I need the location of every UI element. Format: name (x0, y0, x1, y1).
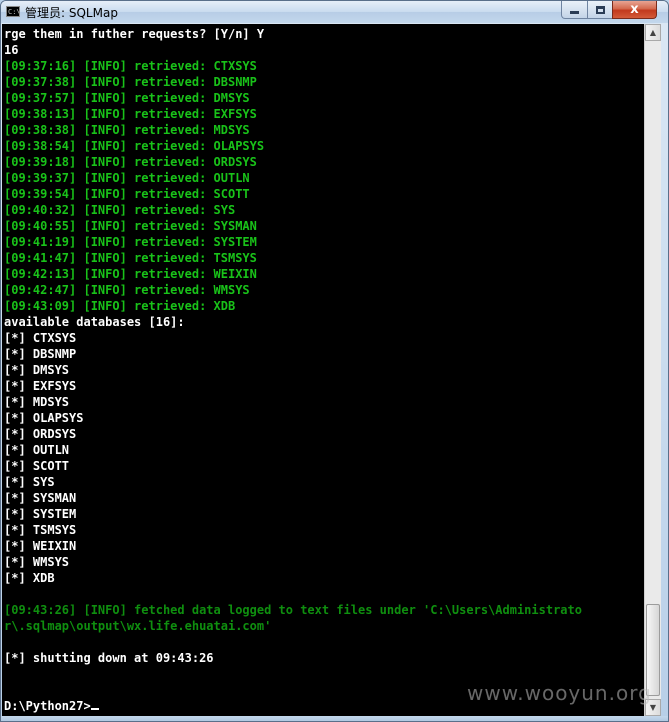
console-line: [09:41:47] [INFO] retrieved: TSMSYS (4, 250, 582, 266)
console-line: [*] CTXSYS (4, 330, 582, 346)
minimize-button[interactable] (561, 1, 588, 19)
window-frame-bottom (1, 716, 668, 721)
console-line-text: [*] XDB (4, 571, 55, 585)
console-line: [*] OUTLN (4, 442, 582, 458)
console-line-text: [*] DMSYS (4, 363, 70, 377)
console-line-text: [09:42:47] [INFO] retrieved: WMSYS (4, 283, 250, 297)
maximize-button[interactable] (587, 1, 613, 19)
console-line: [09:42:13] [INFO] retrieved: WEIXIN (4, 266, 582, 282)
console-line-text: [09:38:38] [INFO] retrieved: MDSYS (4, 123, 250, 137)
console-line: [09:39:37] [INFO] retrieved: OUTLN (4, 170, 582, 186)
console-line-text: [*] OLAPSYS (4, 411, 84, 425)
scroll-up-button[interactable]: ▲ (645, 24, 661, 41)
window-title: 管理员: SQLMap (25, 6, 118, 20)
console-line-text: [09:37:57] [INFO] retrieved: DMSYS (4, 91, 250, 105)
console-line-text: 16 (4, 43, 19, 57)
console-line: [*] SCOTT (4, 458, 582, 474)
console-line: r\.sqlmap\output\wx.life.ehuatai.com' (4, 618, 582, 634)
console-line: [*] WMSYS (4, 554, 582, 570)
text-cursor (90, 708, 99, 710)
close-button[interactable]: x (612, 1, 657, 19)
console-line-text: [09:39:54] [INFO] retrieved: SCOTT (4, 187, 250, 201)
console-line-text: [09:40:32] [INFO] retrieved: SYS (4, 203, 236, 217)
console-output[interactable]: rge them in futher requests? [Y/n] Y 16 [0… (2, 24, 644, 716)
console-line: [09:39:54] [INFO] retrieved: SCOTT (4, 186, 582, 202)
console-line-text: [*] shutting down at 09:43:26 (4, 651, 214, 665)
minimize-icon (570, 11, 579, 14)
console-line: 16 (4, 42, 582, 58)
console-line-text: [09:38:13] [INFO] retrieved: EXFSYS (4, 107, 257, 121)
console-line-text: [*] MDSYS (4, 395, 70, 409)
console-line-text: [09:39:18] [INFO] retrieved: ORDSYS (4, 155, 257, 169)
console-line: [09:37:16] [INFO] retrieved: CTXSYS (4, 58, 582, 74)
close-icon: x (630, 1, 639, 17)
chevron-up-icon: ▲ (649, 28, 657, 37)
console-line-text: [09:42:13] [INFO] retrieved: WEIXIN (4, 267, 257, 281)
console-line-text: [09:40:55] [INFO] retrieved: SYSMAN (4, 219, 257, 233)
console-line-text: [*] WEIXIN (4, 539, 77, 553)
maximize-icon (595, 5, 605, 14)
console-line: [09:40:55] [INFO] retrieved: SYSMAN (4, 218, 582, 234)
console-line: [*] WEIXIN (4, 538, 582, 554)
console-line-text: [09:37:38] [INFO] retrieved: DBSNMP (4, 75, 257, 89)
console-line-text: [*] ORDSYS (4, 427, 77, 441)
console-line: [09:37:38] [INFO] retrieved: DBSNMP (4, 74, 582, 90)
console-line: [*] ORDSYS (4, 426, 582, 442)
console-line: [09:42:47] [INFO] retrieved: WMSYS (4, 282, 582, 298)
console-line: [*] SYSMAN (4, 490, 582, 506)
console-line: [09:43:26] [INFO] fetched data logged to… (4, 602, 582, 618)
console-line-text: [*] SCOTT (4, 459, 70, 473)
console-line: [09:37:57] [INFO] retrieved: DMSYS (4, 90, 582, 106)
console-window: C:\ 管理员: SQLMap x rge them in futher req… (0, 0, 669, 722)
console-line-text: available databases [16]: (4, 315, 185, 329)
console-line-text: [*] CTXSYS (4, 331, 77, 345)
console-line: [*] XDB (4, 570, 582, 586)
title-bar[interactable]: C:\ 管理员: SQLMap x (1, 1, 668, 23)
console-line-text: [09:39:37] [INFO] retrieved: OUTLN (4, 171, 250, 185)
console-line: [09:39:18] [INFO] retrieved: ORDSYS (4, 154, 582, 170)
console-app-icon[interactable]: C:\ (6, 6, 20, 17)
console-line: [*] shutting down at 09:43:26 (4, 650, 582, 666)
console-line: [*] SYS (4, 474, 582, 490)
console-line: [*] SYSTEM (4, 506, 582, 522)
console-line: [09:40:32] [INFO] retrieved: SYS (4, 202, 582, 218)
console-line-text: [09:43:09] [INFO] retrieved: XDB (4, 299, 236, 313)
console-line: [*] EXFSYS (4, 378, 582, 394)
console-lines: rge them in futher requests? [Y/n] Y 16 [0… (4, 26, 582, 714)
console-line-text: [*] SYS (4, 475, 55, 489)
console-line-text: [09:41:19] [INFO] retrieved: SYSTEM (4, 235, 257, 249)
console-line: [09:43:09] [INFO] retrieved: XDB (4, 298, 582, 314)
console-line-text: [*] DBSNMP (4, 347, 77, 361)
console-line: rge them in futher requests? [Y/n] Y (4, 26, 582, 42)
console-line-text: [*] SYSTEM (4, 507, 77, 521)
console-line-text: [09:41:47] [INFO] retrieved: TSMSYS (4, 251, 257, 265)
console-line: [09:41:19] [INFO] retrieved: SYSTEM (4, 234, 582, 250)
console-line: [*] DMSYS (4, 362, 582, 378)
console-line: [09:38:54] [INFO] retrieved: OLAPSYS (4, 138, 582, 154)
console-line-text: [*] EXFSYS (4, 379, 77, 393)
console-line-text: D:\Python27> (4, 699, 91, 713)
console-line-text: [09:43:26] [INFO] fetched data logged to… (4, 603, 582, 617)
console-line-text: [*] SYSMAN (4, 491, 77, 505)
console-line-text: [*] WMSYS (4, 555, 70, 569)
watermark: www.wooyun.org (467, 681, 652, 705)
vertical-scrollbar[interactable]: ▲ ▼ (644, 24, 661, 716)
console-line: available databases [16]: (4, 314, 582, 330)
console-line: [09:38:13] [INFO] retrieved: EXFSYS (4, 106, 582, 122)
console-line-text: [09:37:16] [INFO] retrieved: CTXSYS (4, 59, 257, 73)
console-line-text: r\.sqlmap\output\wx.life.ehuatai.com' (4, 619, 272, 633)
console-line: [*] DBSNMP (4, 346, 582, 362)
console-line-text: [*] TSMSYS (4, 523, 77, 537)
console-line: [09:38:38] [INFO] retrieved: MDSYS (4, 122, 582, 138)
console-line: [*] OLAPSYS (4, 410, 582, 426)
console-line-text: [09:38:54] [INFO] retrieved: OLAPSYS (4, 139, 265, 153)
console-line: [*] TSMSYS (4, 522, 582, 538)
console-line: [*] MDSYS (4, 394, 582, 410)
console-line-text: rge them in futher requests? [Y/n] Y (4, 27, 265, 41)
console-line-text: [*] OUTLN (4, 443, 70, 457)
